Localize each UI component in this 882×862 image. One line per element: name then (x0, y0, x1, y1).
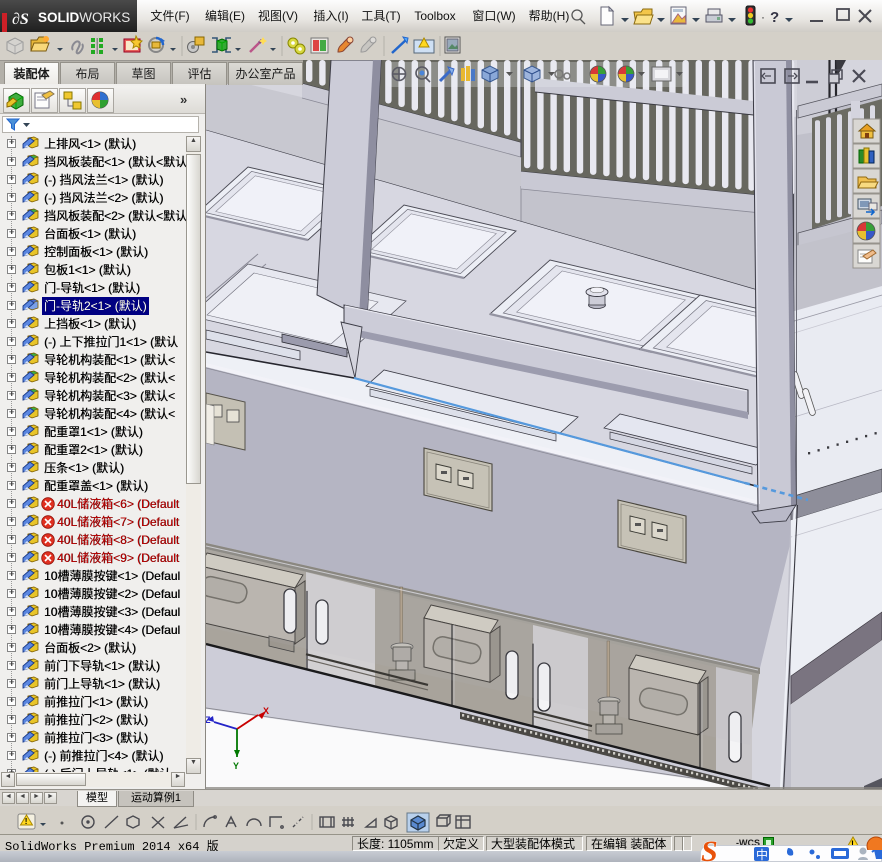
svg-text:X: X (263, 706, 269, 716)
svg-text:SOLIDWORKS: SOLIDWORKS (38, 10, 130, 25)
svg-text:?: ? (770, 9, 779, 26)
svg-text:Y: Y (233, 761, 239, 771)
svg-text:∂S: ∂S (12, 11, 29, 28)
svg-text:S: S (701, 838, 718, 862)
svg-text:!: ! (25, 817, 28, 826)
svg-text:Z: Z (206, 715, 211, 725)
svg-text:中: 中 (756, 847, 768, 862)
svg-text:·: · (761, 10, 765, 24)
